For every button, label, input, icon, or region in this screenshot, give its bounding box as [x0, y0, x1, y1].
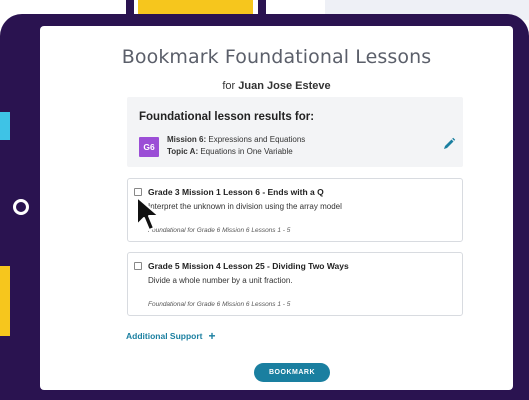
subtitle-prefix: for	[222, 80, 236, 92]
lesson-footer: Foundational for Grade 6 Mission 6 Lesso…	[148, 301, 291, 308]
lesson-item[interactable]: Grade 5 Mission 4 Lesson 25 - Dividing T…	[127, 252, 463, 316]
grade-badge: G6	[139, 137, 159, 157]
mouse-cursor-icon	[136, 196, 160, 231]
lesson-description: Interpret the unknown in division using …	[148, 202, 342, 211]
topic-label: Topic A:	[167, 147, 199, 156]
mission-label: Mission 6:	[167, 135, 207, 144]
lesson-item[interactable]: Grade 3 Mission 1 Lesson 6 - Ends with a…	[127, 178, 463, 242]
modal-title: Bookmark Foundational Lessons	[121, 46, 432, 68]
plus-icon: +	[208, 329, 216, 343]
bookmark-modal: Bookmark Foundational Lessons for Juan J…	[40, 26, 513, 390]
ring-icon	[13, 199, 29, 215]
topic-line: Topic A: Equations in One Variable	[167, 147, 293, 156]
results-heading: Foundational lesson results for:	[139, 111, 315, 123]
topic-value: Equations in One Variable	[200, 147, 293, 156]
mission-value: Expressions and Equations	[208, 135, 306, 144]
lesson-title: Grade 5 Mission 4 Lesson 25 - Dividing T…	[148, 261, 349, 271]
additional-support-label: Additional Support	[126, 331, 203, 341]
lesson-description: Divide a whole number by a unit fraction…	[148, 276, 293, 285]
mission-line: Mission 6: Expressions and Equations	[167, 135, 305, 144]
results-card: Foundational lesson results for: G6 Miss…	[127, 97, 463, 167]
lesson-checkbox[interactable]	[134, 262, 142, 270]
lesson-footer: Foundational for Grade 6 Mission 6 Lesso…	[148, 227, 291, 234]
modal-subtitle: for Juan Jose Esteve	[40, 80, 513, 92]
additional-support-link[interactable]: Additional Support +	[126, 330, 216, 342]
student-name: Juan Jose Esteve	[238, 80, 331, 92]
background-shape	[0, 266, 10, 336]
pencil-icon[interactable]	[442, 137, 456, 151]
bookmark-button[interactable]: BOOKMARK	[254, 363, 330, 382]
background-shape	[0, 112, 10, 140]
lesson-title: Grade 3 Mission 1 Lesson 6 - Ends with a…	[148, 187, 324, 197]
